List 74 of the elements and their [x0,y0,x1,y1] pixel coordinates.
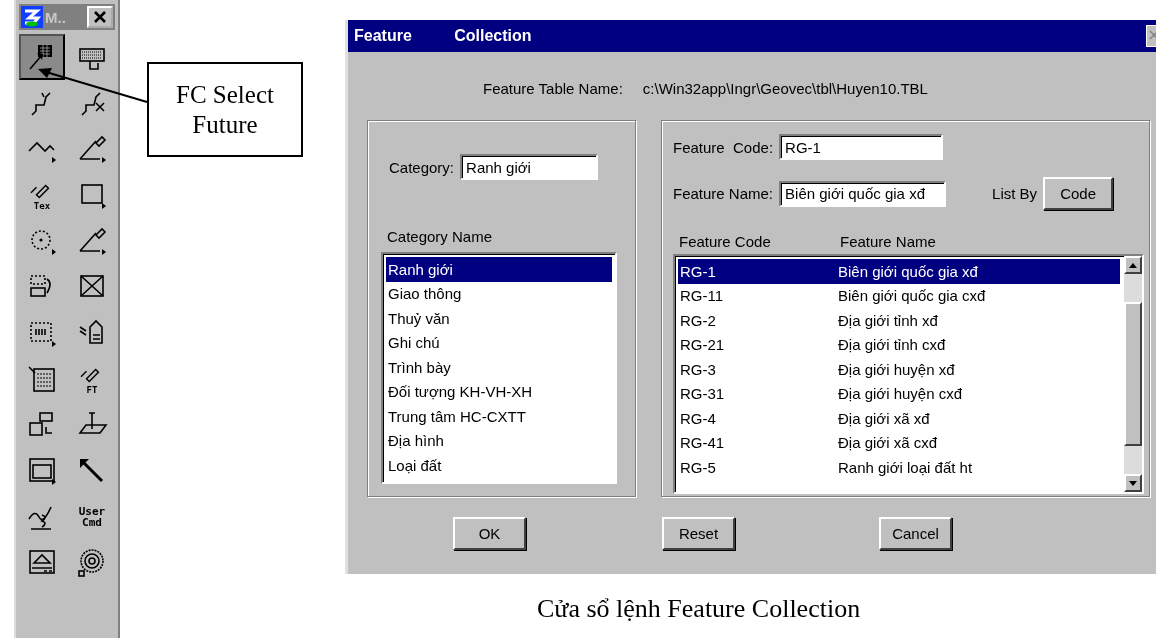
list-item[interactable]: Trung tâm HC-CXTT [386,404,612,429]
scroll-thumb[interactable] [1124,302,1142,446]
column-heading: Feature Code [679,233,772,250]
dialog-button[interactable]: Cancel [879,517,952,550]
table-path: c:\Win32app\Ingr\Geovec\tbl\Huyen10.TBL [642,79,928,97]
list-item[interactable]: Trình bày [386,355,612,380]
table-icon [26,363,58,395]
tool-button[interactable]: User Cmd [69,494,115,540]
list-item[interactable]: Ranh giới [386,257,612,282]
name-cell: Biên giới quốc gia xđ [838,262,978,280]
code-cell-text: RG-41 [680,434,726,452]
tool-button[interactable]: Tex [19,172,65,218]
list-row[interactable]: RG-5 Ranh giới loại đất ht [678,455,1120,480]
tool-button[interactable]: FT [69,356,115,402]
list-item[interactable]: Giao thông [386,281,612,306]
close-button[interactable] [87,6,113,28]
angle-pencil-icon [76,133,108,165]
code-cell-text: RG-4 [680,409,717,427]
category-field[interactable]: Ranh giới [460,154,599,180]
code-cell-text: RG-2 [680,311,717,329]
scroll-down-button[interactable] [1124,474,1142,492]
figure-caption: Cửa sổ lệnh Feature Collection [537,594,861,624]
list-item[interactable]: Thuỷ văn [386,306,612,331]
list-row[interactable]: RG-1 Biên giới quốc gia xđ [678,259,1120,284]
list-row[interactable]: RG-21 Địa giới tỉnh cxđ [678,332,1120,357]
field-label: Feature Name: [673,185,774,202]
code-cell-text: RG-5 [680,458,717,476]
list-row[interactable]: RG-31 Địa giới huyện cxđ [678,381,1120,406]
dialog-button[interactable]: OK [453,517,526,550]
scrollbar[interactable] [1124,256,1142,492]
name-cell: Địa giới tỉnh xđ [838,311,938,329]
column-heading: Feature Name [840,233,936,250]
list-item[interactable]: Đối tượng KH-VH-XH [386,379,612,404]
list-row[interactable]: RG-41 Địa giới xã cxđ [678,430,1120,455]
code-cell-text: RG-3 [680,360,717,378]
palette-title: M.. [45,8,67,26]
field-label: Feature Code: [673,138,774,156]
window-title: Feature Collection [354,27,532,45]
list-row[interactable]: RG-2 Địa giới tỉnh xđ [678,308,1120,333]
field-label: Category: [389,158,455,176]
feature-name-field[interactable]: Biên giới quốc gia xđ [779,180,947,207]
list-item[interactable]: Loại đất [386,453,612,478]
name-cell: Địa giới huyện xđ [838,360,955,378]
list-row[interactable]: RG-3 Địa giới huyện xđ [678,357,1120,382]
list-row[interactable]: RG-11 Biên giới quốc gia cxđ [678,283,1120,308]
list-by-button[interactable]: Code [1043,177,1114,210]
dialog-button[interactable]: Reset [662,517,735,550]
code-cell-text: RG-11 [680,287,725,305]
name-cell: Địa giới huyện cxđ [838,385,963,403]
name-cell: Địa giới xã cxđ [838,434,938,452]
name-cell: Biên giới quốc gia cxđ [838,287,986,305]
angle-pencil-icon [76,225,108,257]
down-triangle-icon [1129,480,1137,486]
code-cell-text: RG-21 [680,336,726,354]
scroll-up-button[interactable] [1124,256,1142,274]
tool-button[interactable] [19,34,65,80]
list-item[interactable]: Địa hình [386,428,612,453]
name-cell: Ranh giới loại đất ht [838,458,973,476]
list-row[interactable]: RG-4 Địa giới xã xđ [678,406,1120,431]
code-cell-text: RG-1 [680,262,717,280]
callout-box: FC Select Future [147,62,303,157]
close-icon [93,10,107,24]
close-icon [1147,27,1156,42]
name-cell: Địa giới xã xđ [838,409,930,427]
code-cell-text: RG-31 [680,385,726,403]
list-item[interactable]: Ghi chú [386,330,612,355]
logo-icon [21,6,43,28]
name-cell: Địa giới tỉnh cxđ [838,336,946,354]
field-label: List By [992,185,1038,202]
up-triangle-icon [1129,262,1137,268]
list-heading: Category Name [387,228,493,245]
window-icon [26,455,58,487]
field-label: Feature Table Name: [483,79,623,97]
feature-code-field[interactable]: RG-1 [779,134,944,160]
